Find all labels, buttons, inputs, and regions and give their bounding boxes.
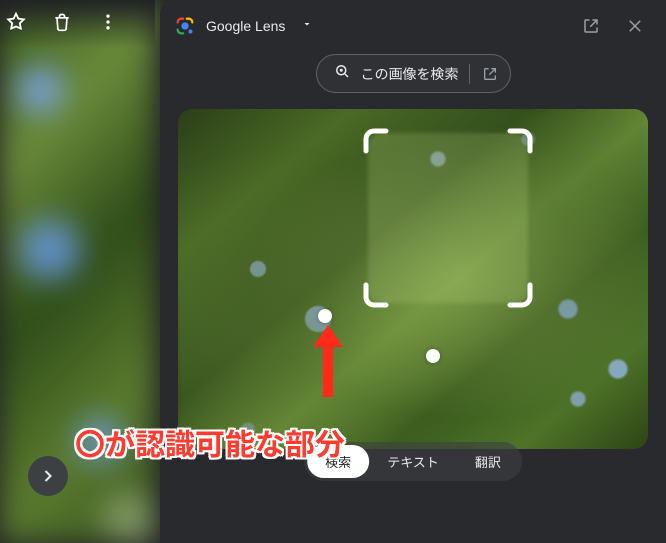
- open-in-new-icon[interactable]: [480, 64, 500, 84]
- lens-header: Google Lens: [160, 0, 666, 52]
- chevron-down-icon[interactable]: [301, 17, 313, 35]
- close-icon[interactable]: [618, 9, 652, 43]
- crop-corner-tl[interactable]: [362, 127, 390, 155]
- trash-icon[interactable]: [50, 10, 74, 34]
- lens-title[interactable]: Google Lens: [206, 18, 285, 34]
- open-in-new-icon[interactable]: [574, 9, 608, 43]
- more-icon[interactable]: [96, 10, 120, 34]
- google-lens-logo-icon: [174, 15, 196, 37]
- photo-top-toolbar: [0, 10, 120, 34]
- crop-corner-tr[interactable]: [506, 127, 534, 155]
- annotation-arrow-icon: [308, 319, 348, 404]
- action-row: この画像を検索: [160, 54, 666, 93]
- segment-text[interactable]: テキスト: [369, 445, 457, 478]
- lens-search-icon: [333, 62, 351, 85]
- lens-image-stage[interactable]: [178, 109, 648, 449]
- search-this-image-label: この画像を検索: [361, 64, 459, 84]
- crop-highlight: [368, 133, 528, 303]
- detection-dot[interactable]: [426, 349, 440, 363]
- crop-corner-bl[interactable]: [362, 281, 390, 309]
- annotation-text: 〇が認識可能な部分: [75, 420, 345, 464]
- pill-divider: [469, 64, 470, 84]
- search-this-image-button[interactable]: この画像を検索: [316, 54, 511, 93]
- segment-translate[interactable]: 翻訳: [457, 445, 519, 478]
- star-icon[interactable]: [4, 10, 28, 34]
- crop-frame[interactable]: [368, 133, 528, 303]
- next-photo-button[interactable]: [28, 456, 68, 496]
- crop-corner-br[interactable]: [506, 281, 534, 309]
- chevron-right-icon: [38, 466, 58, 486]
